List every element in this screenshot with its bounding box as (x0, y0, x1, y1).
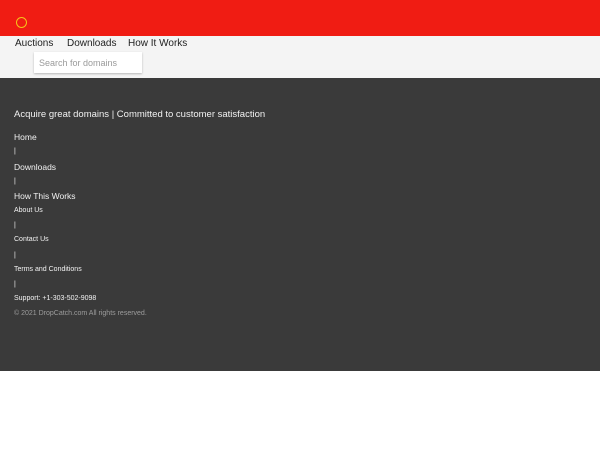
footer-link-downloads[interactable]: Downloads (14, 162, 56, 172)
circle-ring-icon[interactable] (16, 17, 27, 28)
footer-copyright: © 2021 DropCatch.com All rights reserved… (14, 310, 147, 317)
nav-link-downloads[interactable]: Downloads (67, 38, 116, 49)
footer-separator: | (14, 148, 16, 155)
search-input[interactable] (34, 52, 142, 73)
footer-separator: | (14, 178, 16, 185)
footer-link-home[interactable]: Home (14, 132, 37, 142)
footer-link-contact-us[interactable]: Contact Us (14, 236, 49, 243)
footer: Acquire great domains | Committed to cus… (0, 78, 600, 371)
nav-link-how-it-works[interactable]: How It Works (128, 38, 187, 49)
footer-link-terms[interactable]: Terms and Conditions (14, 266, 82, 273)
footer-separator: | (14, 281, 16, 288)
footer-separator: | (14, 252, 16, 259)
footer-separator: | (14, 222, 16, 229)
footer-link-how-this-works[interactable]: How This Works (14, 191, 76, 201)
footer-support: Support: +1-303-502-9098 (14, 295, 97, 302)
nav-link-auctions[interactable]: Auctions (15, 38, 53, 49)
footer-tagline: Acquire great domains | Committed to cus… (14, 109, 266, 120)
top-header-bar (0, 0, 600, 36)
footer-link-about-us[interactable]: About Us (14, 207, 43, 214)
